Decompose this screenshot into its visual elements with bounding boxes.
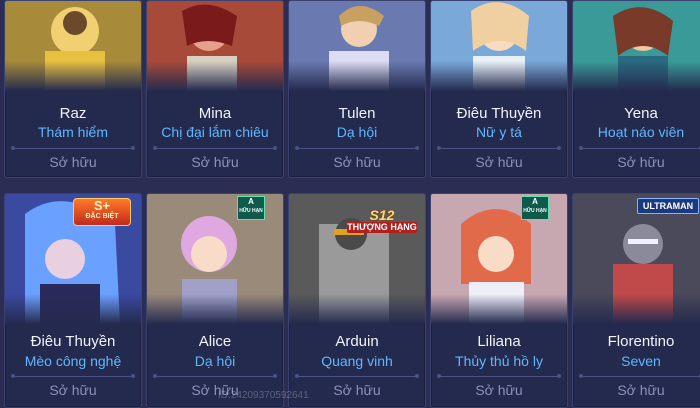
skin-name: Nữ y tá [476, 124, 522, 140]
divider [295, 146, 419, 150]
divider [153, 374, 277, 378]
skin-artwork [431, 1, 567, 91]
skin-card[interactable]: Yena Hoạt náo viên Sở hữu [572, 0, 700, 178]
hero-name: Alice [198, 333, 232, 350]
owned-label: Sở hữu [475, 382, 523, 398]
skin-artwork [5, 1, 141, 91]
skin-name: Hoạt náo viên [597, 124, 685, 140]
skin-card[interactable]: A HỮU HẠN Alice Dạ hội Sở hữu [146, 193, 284, 408]
skin-grid: Raz Thám hiểm Sở hữu Mina Chị đại lắm ch… [0, 0, 700, 408]
skin-name: Dạ hội [194, 353, 236, 369]
skin-card[interactable]: Điêu Thuyền Nữ y tá Sở hữu [430, 0, 568, 178]
hero-name: Arduin [335, 333, 379, 350]
divider [153, 146, 277, 150]
owned-label: Sở hữu [333, 382, 381, 398]
divider [11, 146, 135, 150]
skin-card[interactable]: S12 THƯỢNG HẠNG Arduin Quang vinh Sở hữu [288, 193, 426, 408]
hero-name: Mina [198, 105, 232, 122]
skin-card[interactable]: Raz Thám hiểm Sở hữu [4, 0, 142, 178]
rarity-badge: S+ ĐẶC BIỆT [73, 198, 131, 226]
skin-card[interactable]: Mina Chị đại lắm chiêu Sở hữu [146, 0, 284, 178]
rarity-badge: A HỮU HẠN [237, 196, 265, 220]
divider [579, 146, 700, 150]
skin-card[interactable]: A HỮU HẠN Liliana Thủy thủ hồ ly Sở hữu [430, 193, 568, 408]
owned-label: Sở hữu [475, 154, 523, 170]
divider [295, 374, 419, 378]
skin-card[interactable]: Tulen Dạ hội Sở hữu [288, 0, 426, 178]
hero-name: Raz [59, 105, 87, 122]
hero-name: Điêu Thuyền [456, 105, 542, 122]
divider [437, 146, 561, 150]
divider [11, 374, 135, 378]
owned-label: Sở hữu [49, 382, 97, 398]
skin-name: Quang vinh [321, 353, 393, 369]
hero-name: Florentino [607, 333, 675, 350]
hero-name: Liliana [477, 333, 521, 350]
hero-name: Yena [624, 105, 658, 122]
skin-name: Chị đại lắm chiêu [161, 124, 269, 140]
rarity-badge: ULTRAMAN [637, 198, 699, 214]
skin-name: Thám hiểm [37, 124, 109, 140]
watermark: ID:24209370592641 [218, 390, 309, 401]
skin-name: Dạ hội [336, 124, 378, 140]
owned-label: Sở hữu [49, 154, 97, 170]
rarity-badge: A HỮU HẠN [521, 196, 549, 220]
hero-name: Tulen [338, 105, 376, 122]
divider [579, 374, 700, 378]
skin-card[interactable]: ULTRAMAN Florentino Seven Sở hữu [572, 193, 700, 408]
skin-name: Seven [621, 353, 661, 369]
skin-artwork [573, 1, 700, 91]
owned-label: Sở hữu [617, 154, 665, 170]
rarity-badge: S12 THƯỢNG HẠNG [347, 207, 417, 233]
skin-artwork [289, 1, 425, 91]
skin-name: Thủy thủ hồ ly [455, 353, 543, 369]
owned-label: Sở hữu [333, 154, 381, 170]
divider [437, 374, 561, 378]
skin-name: Mèo công nghệ [24, 353, 122, 369]
owned-label: Sở hữu [617, 382, 665, 398]
skin-artwork [147, 1, 283, 91]
skin-card[interactable]: S+ ĐẶC BIỆT Điêu Thuyền Mèo công nghệ Sở… [4, 193, 142, 408]
owned-label: Sở hữu [191, 154, 239, 170]
hero-name: Điêu Thuyền [30, 333, 116, 350]
